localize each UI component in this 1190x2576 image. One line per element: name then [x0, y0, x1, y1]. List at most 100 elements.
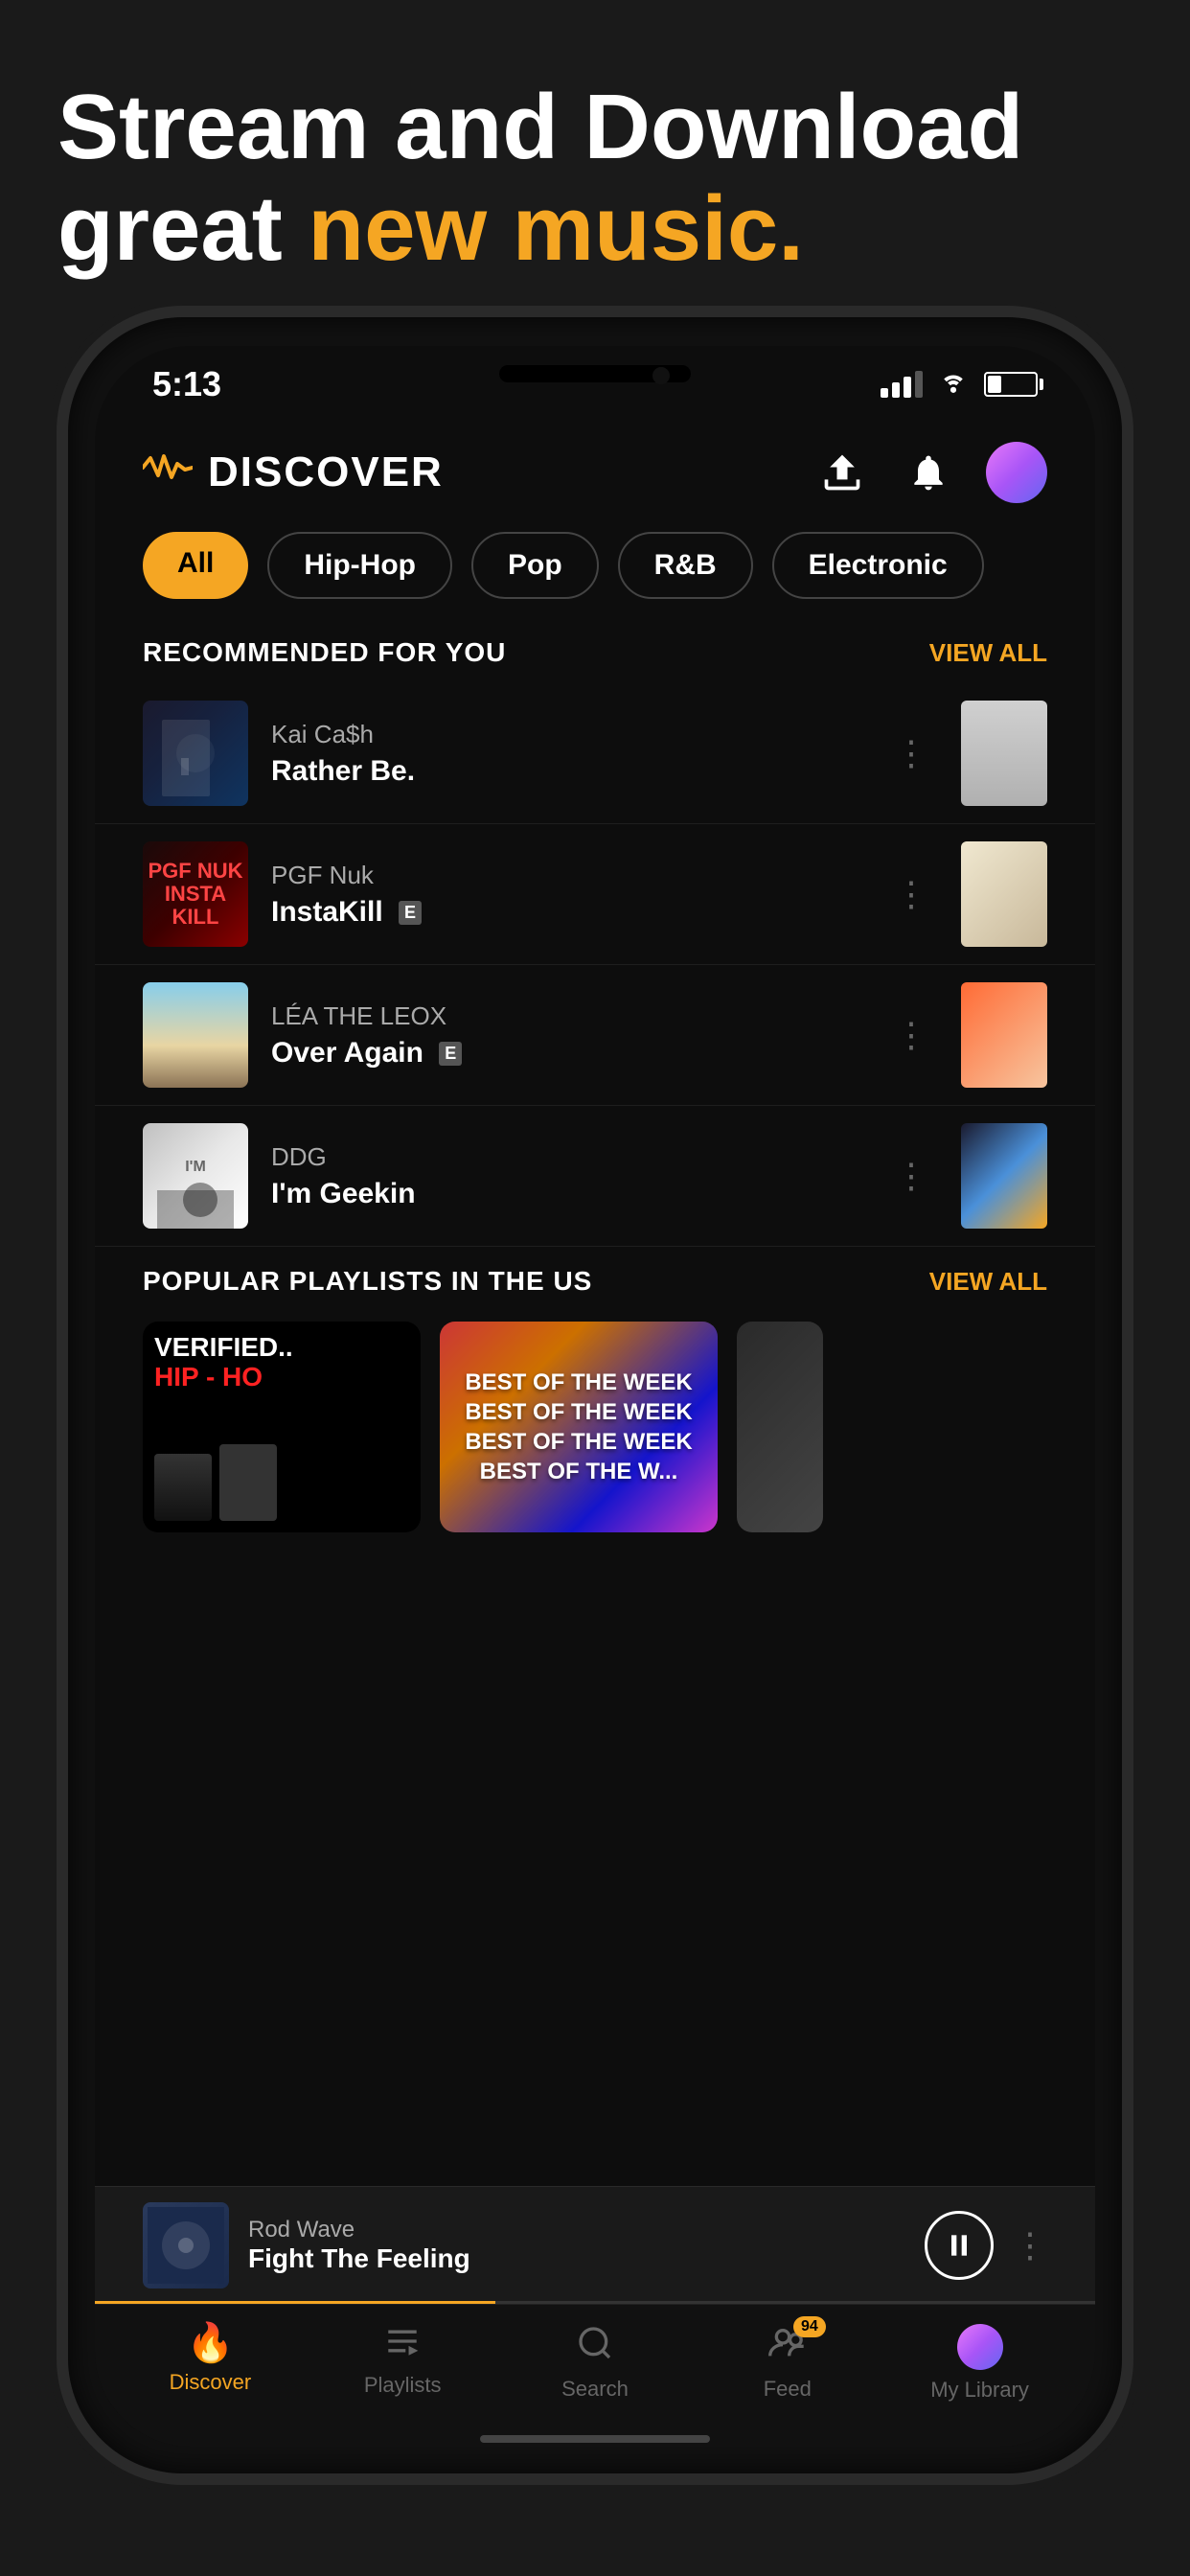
playlist-card-1[interactable]: VERIFIED..HIP - HO [143, 1322, 421, 1532]
track-artist-1: Kai Ca$h [271, 720, 861, 749]
now-playing-info: Rod Wave Fight The Feeling [248, 2217, 905, 2274]
signal-bar-4 [915, 371, 923, 398]
phone-device: 5:13 [68, 317, 1122, 2473]
discover-icon: 🔥 [186, 2324, 234, 2362]
track-info-2: PGF Nuk InstaKill E [271, 861, 861, 929]
phone-screen: 5:13 [95, 346, 1095, 2447]
search-label: Search [561, 2377, 629, 2402]
filter-tab-hiphop[interactable]: Hip-Hop [267, 532, 452, 599]
track-info-1: Kai Ca$h Rather Be. [271, 720, 861, 788]
status-time: 5:13 [152, 364, 221, 404]
next-thumb-1 [961, 701, 1047, 806]
app-title: DISCOVER [208, 448, 444, 496]
playlists-label: Playlists [364, 2373, 442, 2398]
headline-section: Stream and Download great new music. [0, 0, 1190, 317]
app-content: DISCOVER [95, 423, 1095, 2186]
playlist-cards: VERIFIED..HIP - HO BEST OF THE WEEKBES [95, 1312, 1095, 1542]
filter-tabs: All Hip-Hop Pop R&B Electronic [95, 522, 1095, 618]
pause-button[interactable] [925, 2211, 994, 2280]
track-title-2: InstaKill E [271, 896, 861, 929]
track-menu-2[interactable]: ⋮ [884, 864, 938, 924]
now-playing-more[interactable]: ⋮ [1013, 2225, 1047, 2266]
explicit-badge: E [439, 1042, 462, 1066]
track-thumbnail-1 [143, 701, 248, 806]
playlists-view-all[interactable]: VIEW ALL [929, 1267, 1047, 1297]
filter-tab-all[interactable]: All [143, 532, 248, 599]
filter-tab-electronic[interactable]: Electronic [772, 532, 984, 599]
track-artist-3: LÉA THE LEOX [271, 1001, 861, 1031]
track-info-3: LÉA THE LEOX Over Again E [271, 1001, 861, 1070]
nav-feed[interactable]: 94 Feed [691, 2324, 883, 2402]
now-playing-bar[interactable]: Rod Wave Fight The Feeling ⋮ [95, 2186, 1095, 2304]
track-item[interactable]: I'M DDG I'm Geekin ⋮ [95, 1106, 1095, 1247]
feed-badge-container: 94 [767, 2324, 809, 2369]
headline-line2: great new music. [57, 178, 1133, 280]
now-playing-controls: ⋮ [925, 2211, 1047, 2280]
headline-normal: great [57, 177, 308, 280]
playlist-card-2[interactable]: BEST OF THE WEEKBEST OF THE WEEKBEST OF … [440, 1322, 718, 1532]
status-icons [881, 369, 1038, 401]
track-title-4: I'm Geekin [271, 1178, 861, 1210]
nav-playlists[interactable]: Playlists [307, 2324, 499, 2398]
track-artist-2: PGF Nuk [271, 861, 861, 890]
home-bar [480, 2435, 710, 2443]
app-logo-icon [143, 448, 193, 496]
discover-label: Discover [170, 2370, 252, 2395]
filter-tab-pop[interactable]: Pop [471, 532, 599, 599]
notification-button[interactable] [900, 444, 957, 501]
nav-library[interactable]: My Library [883, 2324, 1076, 2403]
recommended-title: RECOMMENDED FOR YOU [143, 637, 506, 668]
nav-search[interactable]: Search [499, 2324, 692, 2402]
next-thumb-3 [961, 982, 1047, 1088]
track-menu-3[interactable]: ⋮ [884, 1005, 938, 1065]
library-label: My Library [930, 2378, 1029, 2403]
playlists-icon [383, 2324, 422, 2365]
track-artist-4: DDG [271, 1142, 861, 1172]
playlist-card-3[interactable] [737, 1322, 823, 1532]
next-thumb-2 [961, 841, 1047, 947]
playlists-section-header: POPULAR PLAYLISTS IN THE US VIEW ALL [95, 1247, 1095, 1312]
track-item[interactable]: PGF NUKINSTAKILL PGF Nuk InstaKill E ⋮ [95, 824, 1095, 965]
signal-bar-2 [892, 382, 900, 398]
botw-text: BEST OF THE WEEKBEST OF THE WEEKBEST OF … [465, 1368, 692, 1487]
status-bar: 5:13 [95, 346, 1095, 423]
next-thumb-4 [961, 1123, 1047, 1229]
now-playing-title: Fight The Feeling [248, 2243, 905, 2274]
track-list: Kai Ca$h Rather Be. ⋮ PGF NUKINSTAKILL P… [95, 683, 1095, 1247]
nav-discover[interactable]: 🔥 Discover [114, 2324, 307, 2395]
app-header: DISCOVER [95, 423, 1095, 522]
upload-button[interactable] [813, 444, 871, 501]
header-left: DISCOVER [143, 448, 444, 496]
signal-bar-3 [904, 377, 911, 398]
track-item[interactable]: Kai Ca$h Rather Be. ⋮ [95, 683, 1095, 824]
track-item[interactable]: LÉA THE LEOX Over Again E ⋮ [95, 965, 1095, 1106]
wifi-icon [938, 369, 969, 401]
headline-line1: Stream and Download [57, 77, 1133, 178]
explicit-badge: E [399, 901, 422, 925]
signal-bar-1 [881, 388, 888, 398]
library-avatar [957, 2324, 1003, 2370]
feed-badge: 94 [793, 2316, 826, 2337]
track-title-1: Rather Be. [271, 755, 861, 788]
user-avatar[interactable] [986, 442, 1047, 503]
track-thumbnail-3 [143, 982, 248, 1088]
playlists-title: POPULAR PLAYLISTS IN THE US [143, 1266, 592, 1297]
home-indicator [95, 2431, 1095, 2447]
recommended-view-all[interactable]: VIEW ALL [929, 638, 1047, 668]
now-playing-thumbnail [143, 2202, 229, 2288]
track-menu-1[interactable]: ⋮ [884, 724, 938, 783]
bottom-nav: 🔥 Discover Playlists [95, 2304, 1095, 2431]
battery-fill [988, 376, 1001, 393]
battery-icon [984, 372, 1038, 397]
recommended-section-header: RECOMMENDED FOR YOU VIEW ALL [95, 618, 1095, 683]
track-title-3: Over Again E [271, 1037, 861, 1070]
search-icon [576, 2324, 614, 2369]
track-thumbnail-2: PGF NUKINSTAKILL [143, 841, 248, 947]
feed-label: Feed [764, 2377, 812, 2402]
header-right [813, 442, 1047, 503]
track-menu-4[interactable]: ⋮ [884, 1146, 938, 1206]
playlists-section: POPULAR PLAYLISTS IN THE US VIEW ALL VER… [95, 1247, 1095, 1542]
filter-tab-rnb[interactable]: R&B [618, 532, 753, 599]
svg-text:I'M: I'M [185, 1159, 206, 1175]
headline-highlight: new music. [308, 177, 804, 280]
